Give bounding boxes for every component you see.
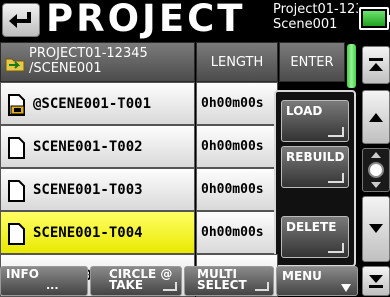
length-column-header: LENGTH	[196, 42, 278, 82]
scroll-bottom-button[interactable]	[362, 266, 390, 296]
list-item[interactable]: SCENE001-T002	[0, 125, 195, 168]
list-item[interactable]: @SCENE001-T001	[0, 82, 195, 125]
list-item-selected[interactable]: SCENE001-T004	[0, 211, 195, 254]
scroll-bottom-icon	[369, 275, 383, 288]
take-popup-menu: LOAD REBUILD DELETE	[274, 90, 356, 267]
scroll-down-button[interactable]	[362, 196, 390, 262]
folder-icon	[5, 58, 25, 72]
take-name: SCENE001-T002	[33, 138, 143, 155]
scroll-up-icon	[369, 113, 383, 122]
scroll-top-button[interactable]	[362, 46, 390, 84]
scene-name: Scene001	[273, 17, 338, 32]
take-length: 0h00m00s	[196, 82, 278, 125]
circle-take-button[interactable]: CIRCLE @ TAKE	[90, 266, 182, 296]
enter-button[interactable]: ENTER	[279, 42, 345, 82]
document-icon	[8, 137, 25, 159]
take-length: 0h00m00s	[196, 125, 278, 168]
rebuild-button[interactable]: REBUILD	[281, 146, 349, 188]
project-name: Project01-123	[273, 2, 358, 17]
menu-label: MENU	[282, 269, 322, 283]
take-length: 0h00m00s	[196, 168, 278, 211]
path-line-2: /SCENE001	[29, 61, 102, 76]
document-icon	[8, 94, 25, 116]
document-icon	[8, 223, 25, 245]
battery-icon	[359, 7, 390, 30]
page-title: PROJECT	[46, 0, 246, 40]
list-item[interactable]: SCENE001-T003	[0, 168, 195, 211]
delete-button[interactable]: DELETE	[281, 216, 349, 258]
info-ellipsis: ...	[46, 279, 59, 292]
info-label: INFO	[6, 267, 39, 281]
scroll-indicator	[347, 44, 356, 88]
return-arrow-icon	[9, 12, 31, 28]
load-button[interactable]: LOAD	[281, 100, 349, 142]
document-icon	[8, 180, 25, 202]
menu-button[interactable]: MENU	[276, 266, 358, 296]
scroll-down-icon	[369, 224, 383, 233]
project-scene-info: Project01-123 Scene001	[273, 2, 358, 32]
circle-take-symbol: @	[160, 267, 173, 281]
path-line-1: PROJECT01-12345	[29, 46, 148, 61]
back-button[interactable]	[2, 3, 40, 37]
take-name: @SCENE001-T001	[33, 95, 152, 112]
take-name: SCENE001-T003	[33, 181, 143, 198]
menu-dropdown-icon	[341, 284, 351, 292]
rebuild-label: REBUILD	[286, 150, 345, 164]
scroll-up-button[interactable]	[362, 90, 390, 144]
take-name: SCENE001-T004	[33, 224, 143, 241]
take-length: 0h00m00s	[196, 211, 278, 254]
scroll-position-icon	[368, 152, 384, 188]
scroll-top-icon	[369, 58, 383, 71]
delete-label: DELETE	[286, 220, 337, 234]
scroll-position-indicator[interactable]	[362, 148, 390, 192]
multi-select-button[interactable]: MULTI SELECT	[184, 266, 274, 296]
load-label: LOAD	[286, 104, 323, 118]
current-path[interactable]: PROJECT01-12345 /SCENE001	[0, 42, 195, 82]
info-button[interactable]: INFO ...	[0, 266, 88, 296]
